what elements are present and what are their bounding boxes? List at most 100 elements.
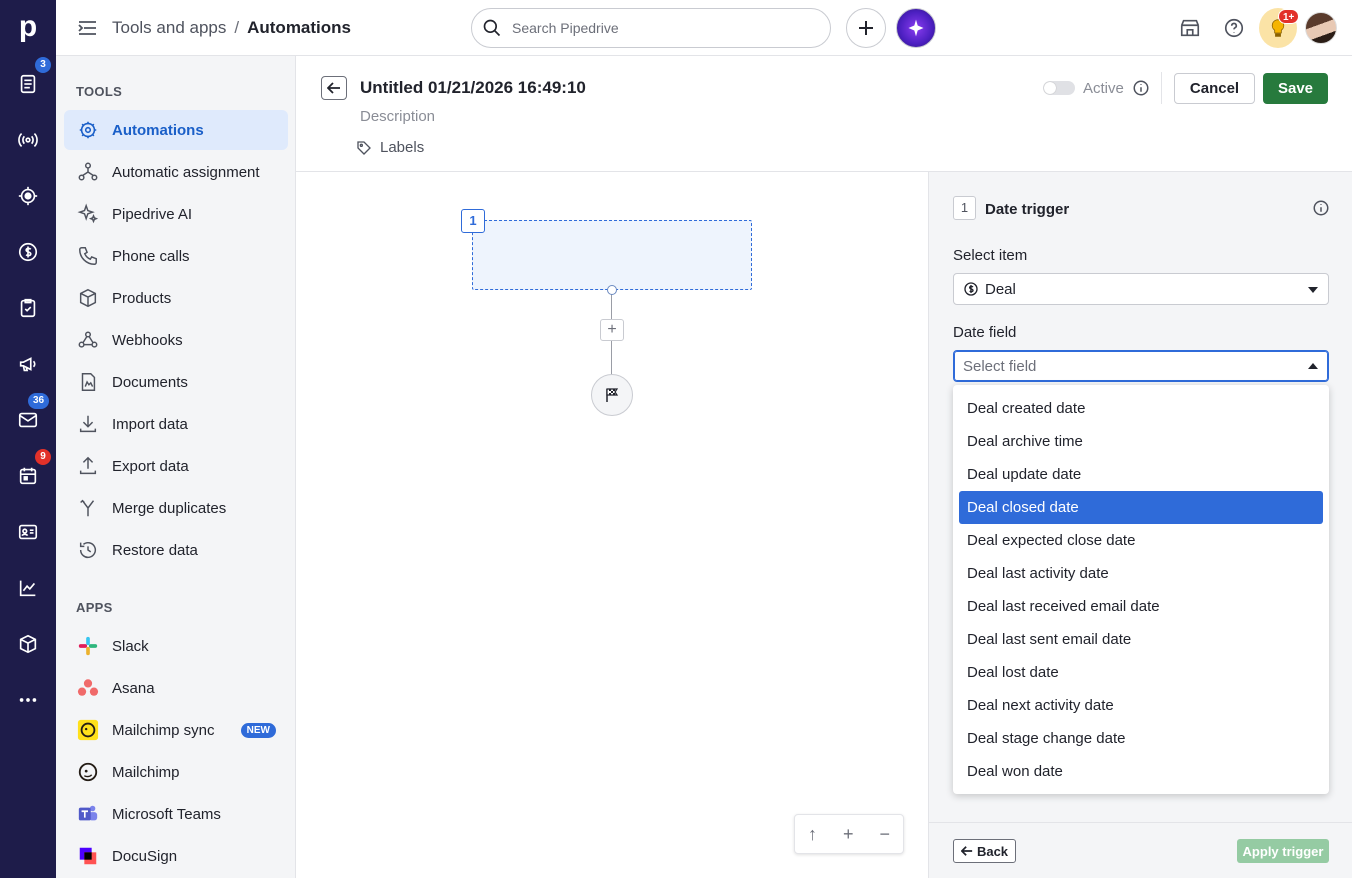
dropdown-option-highlighted[interactable]: Deal closed date xyxy=(959,491,1323,524)
dropdown-option[interactable]: Deal last activity date xyxy=(959,557,1323,590)
more-icon[interactable] xyxy=(14,686,42,714)
dropdown-option[interactable]: Deal created date xyxy=(959,392,1323,425)
sidebar-item-automatic-assignment[interactable]: Automatic assignment xyxy=(64,152,288,192)
sidebar-item-import-data[interactable]: Import data xyxy=(64,404,288,444)
finish-flag-icon xyxy=(606,388,619,402)
panel-title: Date trigger xyxy=(985,201,1070,218)
user-avatar[interactable] xyxy=(1305,12,1337,44)
megaphone-icon[interactable] xyxy=(14,350,42,378)
automation-canvas[interactable]: 1 + ↑ + − xyxy=(296,172,928,878)
sidebar-item-phone-calls[interactable]: Phone calls xyxy=(64,236,288,276)
dropdown-option[interactable]: Deal expected close date xyxy=(959,524,1323,557)
asana-icon xyxy=(76,676,100,700)
sidebar-item-label: Pipedrive AI xyxy=(112,205,193,223)
top-bar: Tools and apps / Automations 1+ xyxy=(56,0,1352,56)
contacts-card-icon[interactable] xyxy=(14,518,42,546)
date-field-placeholder: Select field xyxy=(963,357,1037,375)
sidebar-item-products[interactable]: Products xyxy=(64,278,288,318)
calendar-icon[interactable] xyxy=(14,462,42,490)
dropdown-option[interactable]: Deal lost date xyxy=(959,656,1323,689)
sidebar-item-merge-duplicates[interactable]: Merge duplicates xyxy=(64,488,288,528)
zoom-in-button[interactable]: + xyxy=(843,824,854,845)
sidebar-item-label: Import data xyxy=(112,415,188,433)
apply-trigger-button[interactable]: Apply trigger xyxy=(1237,839,1329,863)
sidebar-item-label: Restore data xyxy=(112,541,198,559)
cancel-button[interactable]: Cancel xyxy=(1174,73,1255,104)
dropdown-option[interactable]: Deal next activity date xyxy=(959,689,1323,722)
trigger-node-placeholder[interactable] xyxy=(472,220,752,290)
dropdown-option[interactable]: Deal won date xyxy=(959,755,1323,788)
automation-title[interactable]: Untitled 01/21/2026 16:49:10 xyxy=(360,78,586,98)
description-field[interactable]: Description xyxy=(360,108,435,125)
info-icon[interactable] xyxy=(1312,199,1330,217)
leads-icon[interactable] xyxy=(14,70,42,98)
arrow-left-icon xyxy=(960,846,973,856)
mail-badge: 36 xyxy=(28,393,50,409)
sidebar-item-label: Slack xyxy=(112,637,149,655)
sidebar-item-slack[interactable]: Slack xyxy=(64,626,288,666)
mail-icon[interactable] xyxy=(14,406,42,434)
sidebar-item-label: Mailchimp xyxy=(112,763,180,781)
collapse-menu-icon[interactable] xyxy=(76,17,100,39)
sparkle-icon xyxy=(908,19,924,37)
dropdown-option[interactable]: Deal archive time xyxy=(959,425,1323,458)
target-icon[interactable] xyxy=(14,182,42,210)
dropdown-option[interactable]: Deal last sent email date xyxy=(959,623,1323,656)
sidebar-item-webhooks[interactable]: Webhooks xyxy=(64,320,288,360)
checklist-icon[interactable] xyxy=(14,294,42,322)
labels-text: Labels xyxy=(380,139,425,156)
sidebar-item-restore-data[interactable]: Restore data xyxy=(64,530,288,570)
sidebar-item-label: Webhooks xyxy=(112,331,183,349)
restore-icon xyxy=(76,538,100,562)
add-step-button[interactable]: + xyxy=(600,319,624,341)
mailchimp-sync-icon xyxy=(76,718,100,742)
import-icon xyxy=(76,412,100,436)
chevron-up-icon xyxy=(1308,363,1318,369)
sidebar-item-asana[interactable]: Asana xyxy=(64,668,288,708)
sidebar-item-microsoft-teams[interactable]: Microsoft Teams xyxy=(64,794,288,834)
new-badge: NEW xyxy=(240,723,276,738)
search-input[interactable] xyxy=(512,20,812,36)
dropdown-option[interactable]: Deal update date xyxy=(959,458,1323,491)
sidebar-item-documents[interactable]: Documents xyxy=(64,362,288,402)
tools-sidebar: TOOLS Automations Automatic assignment P… xyxy=(56,56,296,878)
global-search[interactable] xyxy=(471,8,831,48)
labels-button[interactable]: Labels xyxy=(356,139,424,156)
finish-node xyxy=(591,374,633,416)
quick-add-button[interactable] xyxy=(846,8,886,48)
zoom-out-button[interactable]: − xyxy=(879,824,890,845)
radar-icon[interactable] xyxy=(14,126,42,154)
main-nav-rail: p 3 36 9 xyxy=(0,0,56,878)
sidebar-item-mailchimp[interactable]: Mailchimp xyxy=(64,752,288,792)
back-arrow-button[interactable] xyxy=(321,76,347,100)
webhook-icon xyxy=(76,328,100,352)
dollar-icon[interactable] xyxy=(14,238,42,266)
active-toggle[interactable] xyxy=(1043,81,1075,95)
select-item-value: Deal xyxy=(985,280,1016,298)
apps-section-title: APPS xyxy=(76,600,113,615)
sidebar-item-export-data[interactable]: Export data xyxy=(64,446,288,486)
chart-line-icon[interactable] xyxy=(14,574,42,602)
breadcrumb-parent[interactable]: Tools and apps xyxy=(112,18,226,38)
ai-assistant-button[interactable] xyxy=(896,8,936,48)
scroll-up-button[interactable]: ↑ xyxy=(808,824,817,845)
breadcrumb: Tools and apps / Automations xyxy=(112,18,351,38)
dropdown-option[interactable]: Deal stage change date xyxy=(959,722,1323,755)
select-item-dropdown[interactable]: Deal xyxy=(953,273,1329,305)
save-button[interactable]: Save xyxy=(1263,73,1328,104)
dropdown-option[interactable]: Deal last received email date xyxy=(959,590,1323,623)
breadcrumb-current: Automations xyxy=(247,18,351,37)
sidebar-item-mailchimp-sync[interactable]: Mailchimp sync NEW xyxy=(64,710,288,750)
pipedrive-logo[interactable]: p xyxy=(14,10,42,44)
help-icon[interactable] xyxy=(1220,14,1248,42)
sidebar-item-automations[interactable]: Automations xyxy=(64,110,288,150)
back-button[interactable]: Back xyxy=(953,839,1016,863)
mailchimp-icon xyxy=(76,760,100,784)
plus-icon xyxy=(859,21,873,35)
sidebar-item-docusign[interactable]: DocuSign xyxy=(64,836,288,876)
info-icon[interactable] xyxy=(1132,79,1150,97)
date-field-dropdown[interactable]: Select field xyxy=(953,350,1329,382)
marketplace-icon[interactable] xyxy=(1176,14,1204,42)
sidebar-item-pipedrive-ai[interactable]: Pipedrive AI xyxy=(64,194,288,234)
box-icon[interactable] xyxy=(14,630,42,658)
